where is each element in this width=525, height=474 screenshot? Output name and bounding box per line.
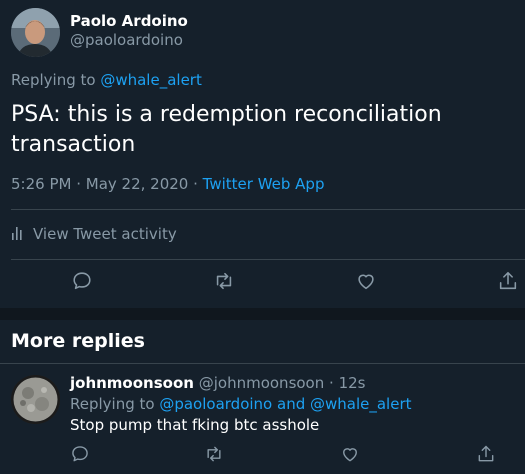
- tweet-meta: 5:26 PM · May 22, 2020 · Twitter Web App: [11, 175, 324, 193]
- more-replies-title: More replies: [11, 330, 145, 352]
- tweet-time[interactable]: 5:26 PM: [11, 175, 71, 193]
- reply-age-separator: ·: [324, 374, 339, 392]
- reply-author-name[interactable]: johnmoonsoon: [70, 374, 194, 392]
- replying-to-link[interactable]: @whale_alert: [310, 395, 412, 413]
- section-separator: [0, 308, 525, 320]
- main-tweet: Paolo Ardoino @paoloardoino Replying to …: [0, 0, 525, 308]
- tweet-source[interactable]: Twitter Web App: [203, 175, 325, 193]
- replying-prefix: Replying to: [70, 395, 160, 413]
- like-icon[interactable]: [355, 270, 377, 292]
- reply-text: Stop pump that fking btc asshole: [70, 416, 320, 434]
- tweet-date[interactable]: May 22, 2020: [86, 175, 189, 193]
- replying-and: and: [272, 395, 310, 413]
- replying-to-link[interactable]: @paoloardoino: [159, 395, 272, 413]
- activity-label: View Tweet activity: [33, 225, 177, 243]
- retweet-icon[interactable]: [204, 444, 224, 464]
- view-activity-button[interactable]: View Tweet activity: [11, 224, 177, 244]
- reply-icon[interactable]: [70, 444, 90, 464]
- like-icon[interactable]: [340, 444, 360, 464]
- activity-chart-icon: [11, 224, 25, 244]
- replying-prefix: Replying to: [11, 71, 101, 89]
- avatar[interactable]: [11, 375, 60, 424]
- reply-item[interactable]: johnmoonsoon @johnmoonsoon · 12s Replyin…: [0, 364, 525, 474]
- reply-replying-to-line: Replying to @paoloardoino and @whale_ale…: [70, 395, 412, 413]
- author-handle[interactable]: @paoloardoino: [70, 31, 183, 49]
- reply-age[interactable]: 12s: [339, 374, 366, 392]
- divider: [11, 259, 525, 260]
- reply-icon[interactable]: [71, 270, 93, 292]
- meta-separator: ·: [188, 175, 203, 193]
- reply-actions: [0, 444, 525, 468]
- author-name[interactable]: Paolo Ardoino: [70, 12, 188, 30]
- meta-separator: ·: [71, 175, 86, 193]
- avatar[interactable]: [11, 8, 60, 57]
- retweet-icon[interactable]: [213, 270, 235, 292]
- tweet-actions: [0, 270, 525, 300]
- share-icon[interactable]: [497, 270, 519, 292]
- reply-author-handle[interactable]: @johnmoonsoon: [199, 374, 325, 392]
- replying-to-link[interactable]: @whale_alert: [100, 71, 202, 89]
- reply-header: johnmoonsoon @johnmoonsoon · 12s: [70, 374, 365, 392]
- divider: [11, 209, 525, 210]
- share-icon[interactable]: [476, 444, 496, 464]
- replying-to-line: Replying to @whale_alert: [11, 71, 202, 89]
- tweet-text: PSA: this is a redemption reconciliation…: [11, 102, 442, 157]
